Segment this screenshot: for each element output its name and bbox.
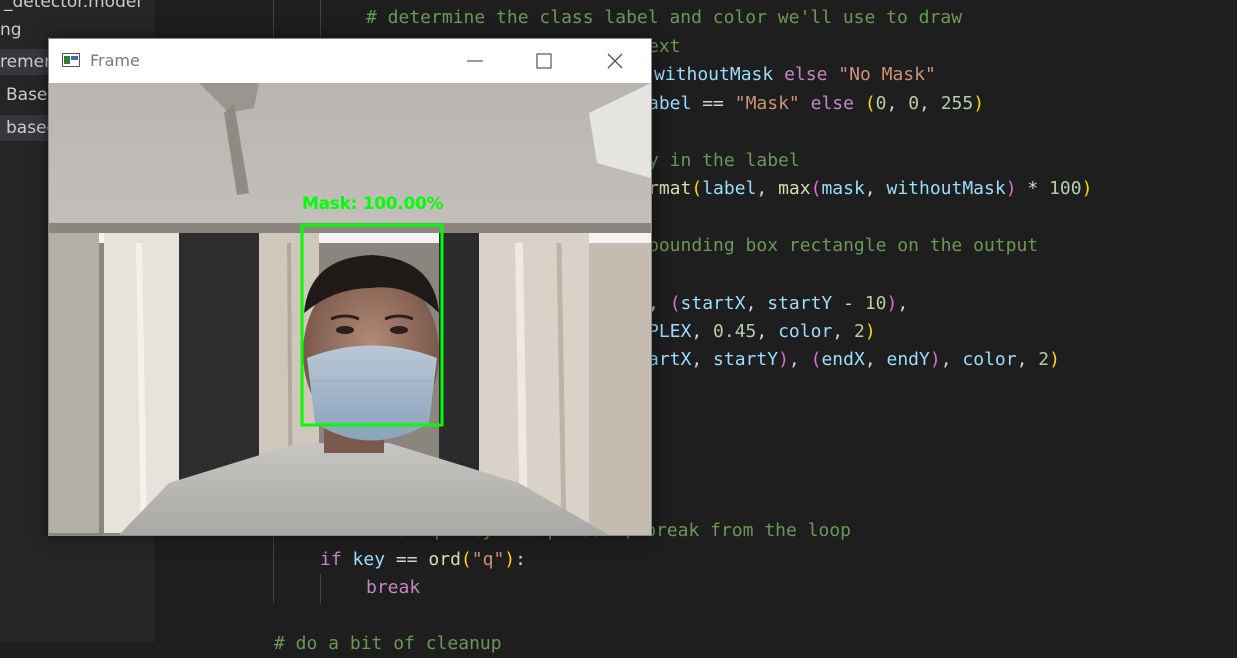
code-line-10: artX, startY), (endX, endY), color, 2) [648, 349, 1060, 370]
code-line-8: , (startX, startY - 10), [648, 293, 909, 314]
code-line-7: bounding box rectangle on the output [648, 235, 1039, 256]
frame-window[interactable]: Frame Mask: 100.00% [48, 38, 652, 536]
code-line-12: if key == ord("q"): [320, 549, 526, 570]
code-line-13: break [366, 577, 421, 598]
code-line-2: ext [648, 36, 681, 57]
camera-feed: Mask: 100.00% [49, 83, 651, 535]
maximize-button[interactable] [510, 39, 580, 83]
code-line-9: PLEX, 0.45, color, 2) [648, 321, 876, 342]
minimize-icon [467, 60, 483, 62]
close-icon [607, 53, 623, 69]
maximize-icon [536, 53, 552, 69]
explorer-item[interactable]: ng [0, 17, 22, 43]
minimize-button[interactable] [441, 39, 511, 83]
code-line-14: # do a bit of cleanup [274, 633, 502, 654]
camera-image [49, 83, 651, 535]
code-line-5: y in the label [648, 150, 800, 171]
code-line-4: abel == "Mask" else (0, 0, 255) [648, 93, 985, 114]
code-line-1: # determine the class label and color we… [366, 7, 963, 28]
detection-label: Mask: 100.00% [302, 194, 444, 214]
indent-guide [320, 574, 321, 604]
close-button[interactable] [581, 39, 651, 83]
frame-titlebar[interactable]: Frame [49, 39, 651, 83]
explorer-item[interactable]: _detector.model [4, 0, 141, 15]
frame-title: Frame [90, 51, 140, 70]
app-window-icon [62, 53, 80, 67]
code-line-3: withoutMask else "No Mask" [654, 64, 936, 85]
code-line-6: rmat(label, max(mask, withoutMask) * 100… [648, 178, 1093, 199]
